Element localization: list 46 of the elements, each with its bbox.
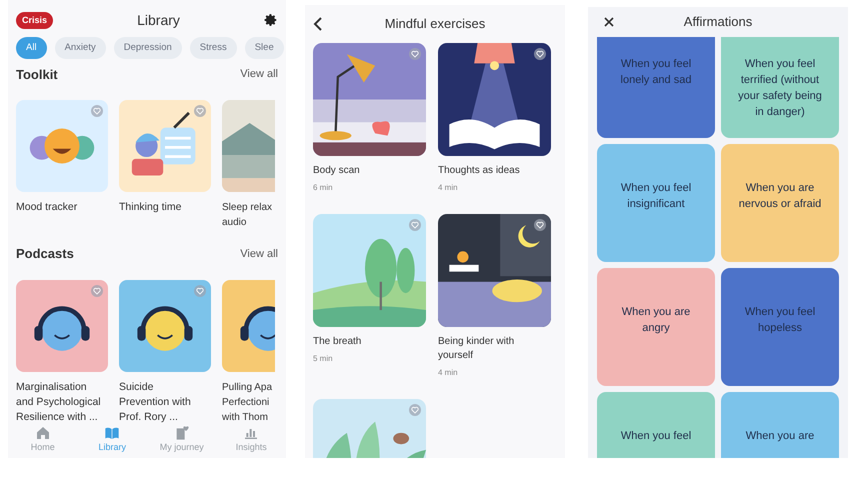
filter-chip[interactable]: Slee [244, 36, 284, 58]
nav-tab[interactable]: My journey [152, 424, 212, 454]
nav-tab[interactable]: Insights [221, 424, 282, 454]
screen-title: Mindful exercises [384, 15, 486, 34]
exercise-duration: 5 min [313, 353, 334, 365]
nav-tab[interactable]: Library [82, 424, 142, 454]
home-icon [34, 424, 51, 440]
affirmation-tile[interactable]: When you feel insignificant [597, 144, 715, 262]
exercise-title: Being kinder with yourself [438, 335, 516, 363]
exercise-duration: 4 min [438, 367, 459, 379]
settings-icon[interactable] [264, 13, 278, 28]
card-title: Marginalisation and Psychological Resilience with ... [16, 380, 102, 424]
affirmation-tile[interactable]: When you are [721, 392, 839, 458]
exercise-title: Body scan [313, 164, 361, 178]
view-all-link[interactable]: View all [240, 246, 278, 262]
screen-title: Library [137, 10, 180, 30]
card-title: Pulling Apa Perfectioni with Thom [222, 380, 274, 424]
back-icon[interactable] [313, 17, 323, 31]
exercise-duration: 4 min [438, 182, 459, 194]
nav-tab[interactable]: Home [12, 424, 73, 454]
card-title: Sleep relax audio [222, 201, 274, 230]
card-title: Thinking time [119, 200, 182, 215]
crisis-button[interactable]: Crisis [16, 12, 54, 29]
screen-title: Affirmations [682, 13, 754, 32]
journal-icon [174, 424, 190, 440]
section-title: Toolkit [16, 66, 58, 84]
exercise-duration: 6 min [313, 182, 334, 194]
affirmation-tile[interactable]: When you feel terrified (without your safety being in danger) [721, 37, 839, 138]
heart-icon[interactable] [534, 219, 546, 231]
filter-chip[interactable]: All [16, 36, 47, 58]
heart-icon[interactable] [534, 48, 546, 60]
exercise-title: Thoughts as ideas [438, 164, 521, 178]
section-title: Podcasts [16, 245, 74, 263]
filter-chip[interactable]: Stress [190, 36, 237, 58]
filter-chip[interactable]: Anxiety [54, 36, 106, 58]
affirmation-tile[interactable]: When you are nervous or afraid [721, 144, 839, 262]
affirmation-tile[interactable]: When you feel hopeless [721, 268, 839, 386]
card-title: Suicide Prevention with Prof. Rory ... [119, 380, 192, 424]
affirmation-tile[interactable]: When you are angry [597, 268, 715, 386]
filter-chip[interactable]: Depression [114, 36, 182, 58]
view-all-link[interactable]: View all [240, 66, 278, 82]
affirmation-tile[interactable]: When you feel [597, 392, 715, 458]
close-icon[interactable] [604, 17, 614, 28]
card-title: Mood tracker [16, 200, 78, 215]
exercise-title: The breath [313, 335, 362, 349]
affirmation-tile[interactable]: When you feel lonely and sad [597, 37, 715, 138]
